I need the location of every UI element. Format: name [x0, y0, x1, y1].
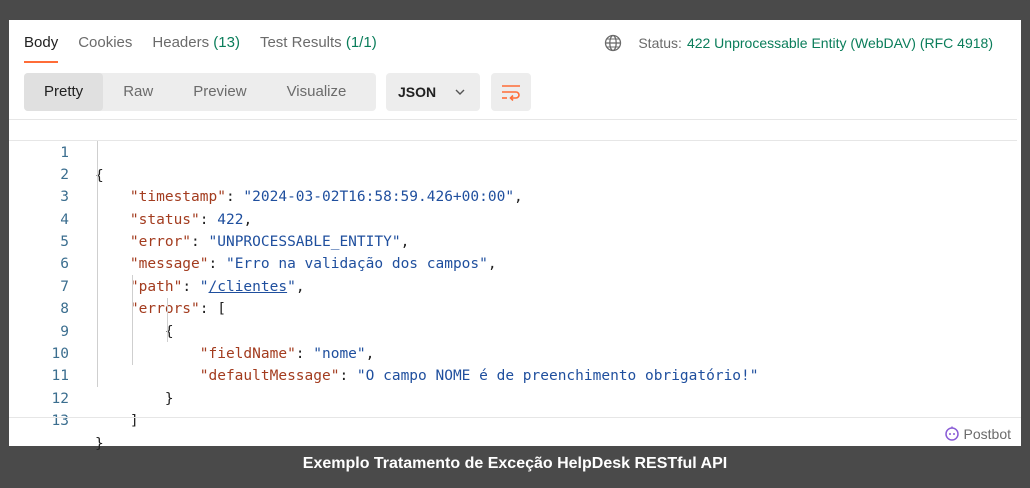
code-line: 13 }	[9, 388, 1017, 451]
postbot-button[interactable]: Postbot	[944, 426, 1011, 442]
chevron-down-icon	[455, 89, 465, 95]
tab-cookies[interactable]: Cookies	[78, 34, 132, 64]
response-body-code[interactable]: 1 { 2 "timestamp": "2024-03-02T16:58:59.…	[9, 119, 1021, 452]
status-label: Status:	[638, 35, 682, 51]
tab-headers[interactable]: Headers (13)	[152, 34, 240, 64]
footer-divider	[9, 417, 1021, 418]
indent-guide	[167, 298, 168, 342]
code-line: 3 "status": 422,	[9, 164, 1017, 227]
format-selected: JSON	[398, 84, 437, 100]
tab-count: (13)	[213, 34, 240, 51]
code-line: 2 "timestamp": "2024-03-02T16:58:59.426+…	[9, 141, 1017, 205]
indent-guide	[132, 275, 133, 365]
code-line: 1 {	[9, 119, 1017, 184]
tab-label: Body	[24, 34, 59, 51]
code-line: 5 "message": "Erro na validação dos camp…	[9, 209, 1017, 272]
postbot-label: Postbot	[963, 426, 1011, 442]
view-preview-button[interactable]: Preview	[173, 73, 266, 111]
window-frame: Body Cookies Headers (13) Test Results (…	[0, 0, 1030, 488]
code-text: ]	[129, 413, 139, 430]
wrap-lines-icon	[502, 85, 520, 101]
code-line: 8 {	[9, 276, 1017, 339]
view-visualize-button[interactable]: Visualize	[267, 73, 367, 111]
code-line: 6 "path": "/clientes",	[9, 231, 1017, 294]
view-raw-button[interactable]: Raw	[103, 73, 173, 111]
tab-count: (1/1)	[345, 34, 377, 51]
tab-label: Headers	[152, 34, 210, 51]
image-caption: Exemplo Tratamento de Exceção HelpDesk R…	[302, 455, 728, 472]
status-area: Status: 422 Unprocessable Entity (WebDAV…	[604, 34, 993, 52]
code-line: 7 "errors": [	[9, 253, 1017, 317]
wrap-lines-button[interactable]	[491, 73, 531, 111]
response-tabs: Body Cookies Headers (13) Test Results (…	[24, 34, 397, 64]
tab-label: Test Results	[259, 34, 342, 51]
response-panel: Body Cookies Headers (13) Test Results (…	[9, 20, 1021, 452]
indent-guide	[97, 141, 98, 387]
view-mode-group: Pretty Raw Preview Visualize	[24, 73, 376, 111]
view-pretty-button[interactable]: Pretty	[24, 73, 104, 111]
tab-label: Cookies	[78, 34, 133, 51]
tab-body[interactable]: Body	[24, 34, 59, 64]
code-line: 9 "fieldName": "nome",	[9, 298, 1017, 362]
code-line: 12 ]	[9, 365, 1017, 429]
code-line: 10 "defaultMessage": "O campo NOME é de …	[9, 321, 1017, 384]
code-text: }	[95, 435, 104, 452]
tab-test-results[interactable]: Test Results (1/1)	[260, 34, 377, 64]
format-select[interactable]: JSON	[386, 73, 480, 111]
line-number: 13	[51, 413, 69, 430]
globe-icon[interactable]	[604, 34, 622, 52]
code-line: 4 "error": "UNPROCESSABLE_ENTITY",	[9, 186, 1017, 250]
status-value[interactable]: 422 Unprocessable Entity (WebDAV) (RFC 4…	[687, 35, 993, 51]
code-line: 11 }	[9, 343, 1017, 406]
postbot-icon	[944, 426, 959, 441]
